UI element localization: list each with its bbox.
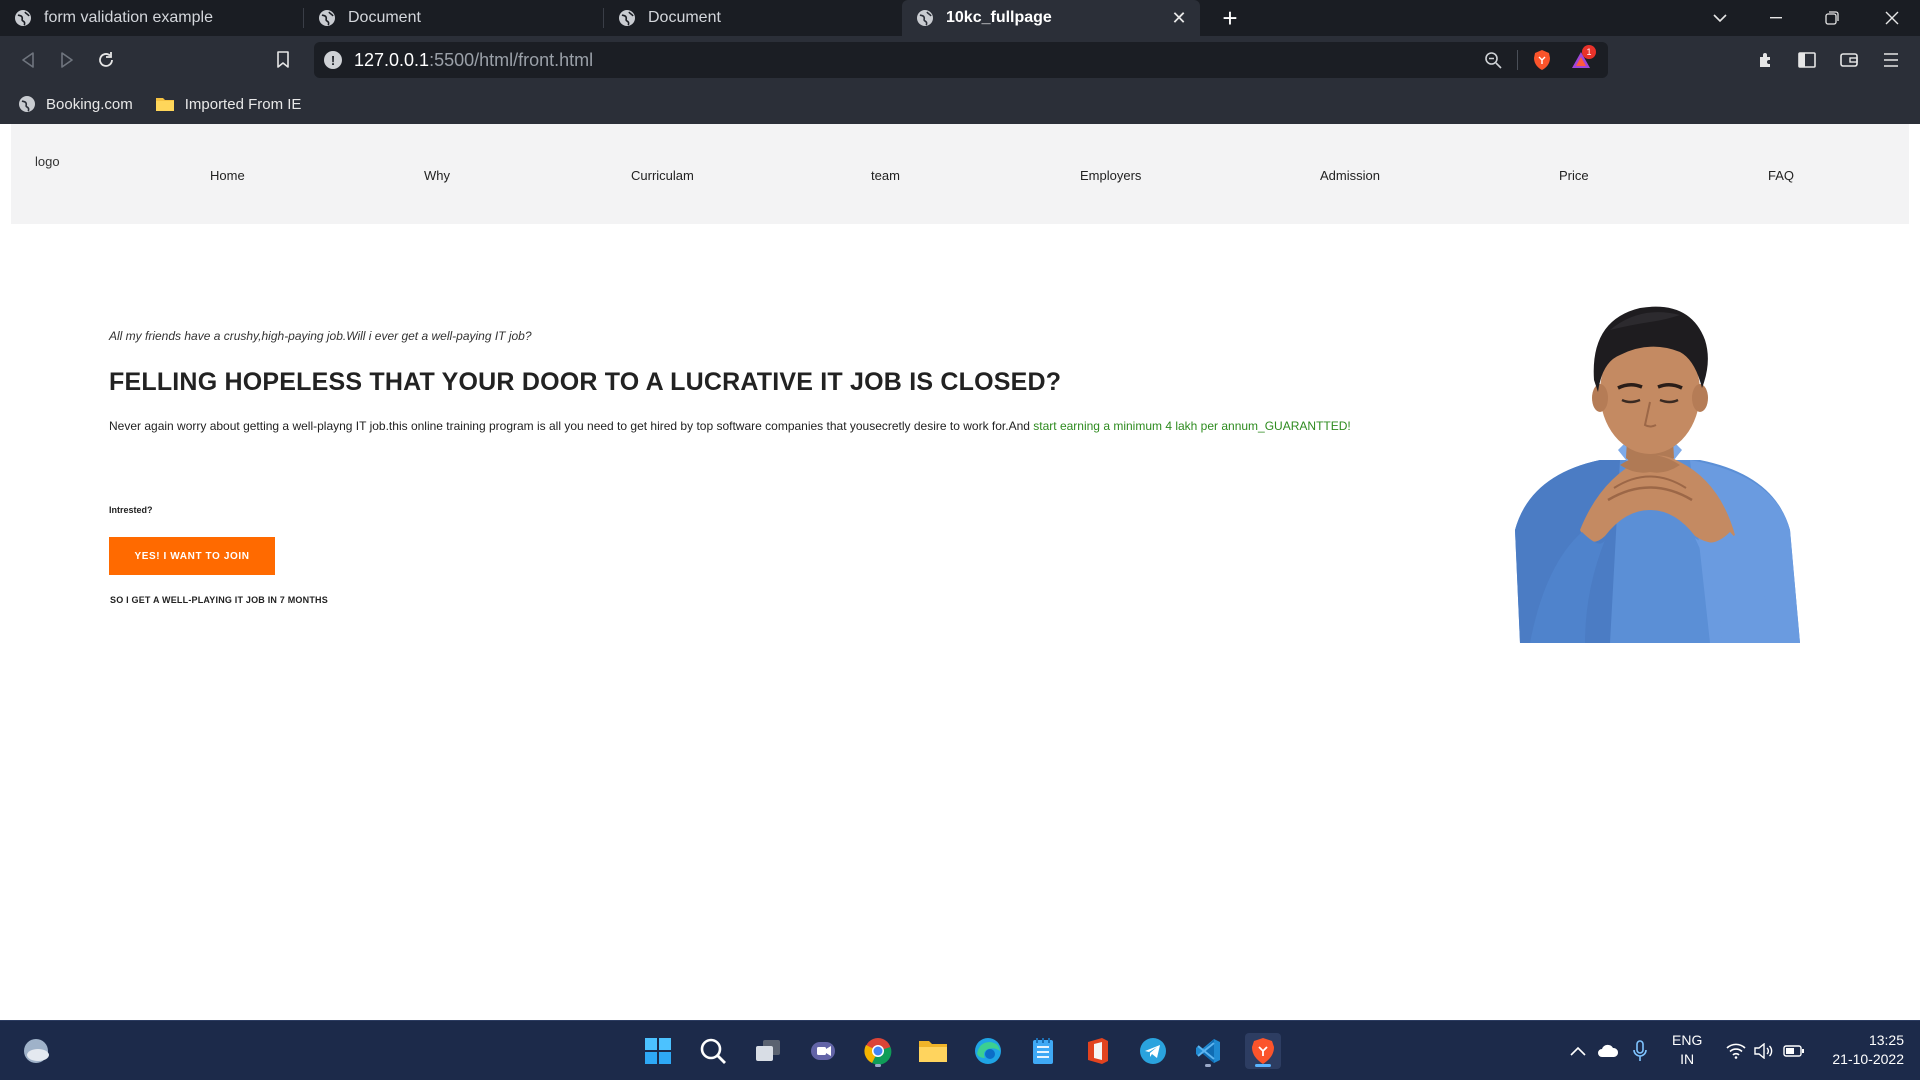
forward-arrow-icon[interactable]: [53, 46, 81, 74]
sidebar-icon[interactable]: [1793, 46, 1821, 74]
close-window-button[interactable]: [1864, 0, 1920, 36]
battery-icon[interactable]: [1776, 1033, 1812, 1069]
globe-icon: [618, 9, 636, 27]
tab-bar: form validation example Document Documen…: [0, 0, 1920, 36]
language-code: ENG: [1672, 1032, 1703, 1048]
bookmark-bar: Booking.com Imported From IE: [0, 84, 1920, 124]
url-host: 127.0.0.1: [354, 49, 430, 70]
url-path: :5500/html/front.html: [429, 49, 594, 70]
bookmark-imported-from-ie[interactable]: Imported From IE: [155, 95, 302, 113]
weather-widget-icon[interactable]: [18, 1033, 54, 1069]
tab-document-1[interactable]: Document: [304, 0, 602, 36]
telegram-icon[interactable]: [1135, 1033, 1171, 1069]
office-icon[interactable]: [1080, 1033, 1116, 1069]
reload-icon[interactable]: [92, 46, 120, 74]
tab-title: Document: [648, 9, 721, 26]
tab-form-validation[interactable]: form validation example: [0, 0, 302, 36]
wallet-icon[interactable]: [1835, 46, 1863, 74]
notepad-icon[interactable]: [1025, 1033, 1061, 1069]
tab-title: Document: [348, 9, 421, 26]
hero-kicker: All my friends have a crushy,high-paying…: [109, 329, 532, 343]
join-button[interactable]: YES! I WANT TO JOIN: [109, 537, 275, 575]
new-tab-button[interactable]: +: [1216, 4, 1244, 32]
search-icon[interactable]: [695, 1033, 731, 1069]
globe-icon: [916, 9, 934, 27]
hero-text-plain: Never again worry about getting a well-p…: [109, 419, 1034, 433]
vscode-icon[interactable]: [1190, 1033, 1226, 1069]
bookmark-label: Booking.com: [46, 95, 133, 113]
globe-icon: [18, 95, 36, 113]
hero-text: Never again worry about getting a well-p…: [109, 419, 1351, 433]
bookmark-label: Imported From IE: [184, 95, 302, 113]
chrome-icon[interactable]: [860, 1033, 896, 1069]
clock-date: 21-10-2022: [1832, 1051, 1904, 1067]
nav-price[interactable]: Price: [1559, 168, 1589, 183]
file-explorer-icon[interactable]: [915, 1033, 951, 1069]
join-subtext: SO I GET A WELL-PLAYING IT JOB IN 7 MONT…: [110, 595, 328, 605]
nav-team[interactable]: team: [871, 168, 900, 183]
windows-taskbar: ENG IN 13:25 21-10-2022: [0, 1020, 1920, 1080]
rewards-badge: 1: [1582, 45, 1596, 59]
zoom-icon[interactable]: [1484, 51, 1502, 74]
intrested-label: Intrested?: [109, 505, 153, 515]
brave-rewards-icon[interactable]: 1: [1570, 45, 1596, 75]
hero-title: FELLING HOPELESS THAT YOUR DOOR TO A LUC…: [109, 368, 1062, 396]
bookmark-booking[interactable]: Booking.com: [18, 95, 133, 113]
hero-text-highlight: start earning a minimum 4 lakh per annum…: [1033, 419, 1351, 433]
teams-chat-icon[interactable]: [805, 1033, 841, 1069]
back-arrow-icon[interactable]: [14, 46, 42, 74]
close-icon[interactable]: ✕: [1170, 9, 1188, 27]
tab-10kc-fullpage[interactable]: 10kc_fullpage ✕: [902, 0, 1200, 36]
tab-title: 10kc_fullpage: [946, 9, 1052, 26]
onedrive-cloud-icon[interactable]: [1590, 1033, 1626, 1069]
clock-time: 13:25: [1868, 1032, 1904, 1048]
brave-browser-icon[interactable]: [1245, 1033, 1281, 1069]
globe-icon: [318, 9, 336, 27]
start-windows-icon[interactable]: [640, 1033, 676, 1069]
region-code: IN: [1680, 1051, 1695, 1067]
logo-alt-text: logo: [35, 154, 60, 169]
menu-icon[interactable]: [1877, 46, 1905, 74]
nav-why[interactable]: Why: [424, 168, 450, 183]
nav-admission[interactable]: Admission: [1320, 168, 1380, 183]
site-navbar: logo Home Why Curriculam team Employers …: [11, 124, 1909, 224]
hero-person-image: [1515, 306, 1800, 643]
globe-icon: [14, 9, 32, 27]
microphone-icon[interactable]: [1622, 1033, 1658, 1069]
page-viewport: logo Home Why Curriculam team Employers …: [0, 124, 1920, 1020]
edge-icon[interactable]: [970, 1033, 1006, 1069]
logo-broken-image[interactable]: logo: [35, 154, 60, 169]
nav-employers[interactable]: Employers: [1080, 168, 1141, 183]
extensions-icon[interactable]: [1752, 46, 1780, 74]
tab-document-2[interactable]: Document: [604, 0, 900, 36]
restore-button[interactable]: [1804, 0, 1860, 36]
task-view-icon[interactable]: [750, 1033, 786, 1069]
nav-home[interactable]: Home: [210, 168, 245, 183]
browser-toolbar: ! 127.0.0.1:5500/html/front.html 1: [0, 36, 1920, 84]
nav-faq[interactable]: FAQ: [1768, 168, 1794, 183]
tab-search-chevron-icon[interactable]: [1692, 0, 1748, 36]
clock[interactable]: 13:25 21-10-2022: [1824, 1031, 1904, 1069]
address-bar[interactable]: ! 127.0.0.1:5500/html/front.html 1: [314, 42, 1608, 78]
folder-icon: [155, 96, 175, 112]
info-icon[interactable]: !: [324, 51, 342, 69]
brave-shields-icon[interactable]: [1532, 49, 1552, 76]
minimize-button[interactable]: [1748, 0, 1804, 36]
language-indicator[interactable]: ENG IN: [1672, 1031, 1702, 1069]
tab-title: form validation example: [44, 9, 213, 26]
bookmark-icon[interactable]: [269, 46, 297, 74]
nav-curriculam[interactable]: Curriculam: [631, 168, 694, 183]
